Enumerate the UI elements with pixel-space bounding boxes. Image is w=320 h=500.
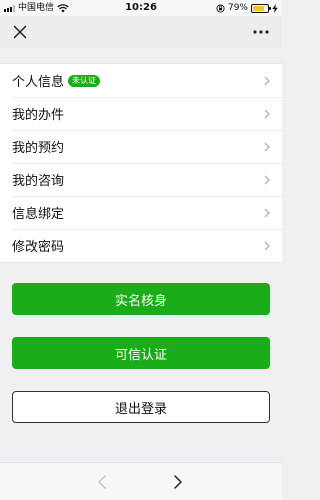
chevron-right-icon	[264, 76, 270, 86]
nav-bar	[0, 16, 282, 48]
menu-item-my-cases[interactable]: 我的办件	[0, 97, 282, 130]
forward-arrow-icon[interactable]	[172, 474, 184, 490]
status-badge: 未认证	[68, 74, 101, 87]
menu-item-change-password[interactable]: 修改密码	[0, 229, 282, 262]
menu-item-label: 我的咨询	[12, 174, 65, 189]
menu-item-label: 我的办件	[12, 108, 65, 123]
menu-item-label: 修改密码	[12, 240, 65, 255]
menu-item-label: 我的预约	[12, 141, 65, 156]
more-icon[interactable]	[252, 24, 270, 40]
battery-icon	[251, 3, 271, 13]
close-icon[interactable]	[12, 24, 28, 40]
charging-icon	[272, 3, 278, 13]
battery-fill	[253, 5, 265, 11]
trusted-auth-button[interactable]: 可信认证	[12, 337, 270, 369]
real-name-verify-button[interactable]: 实名核身	[12, 283, 270, 315]
chevron-right-icon	[264, 142, 270, 152]
menu-item-my-appointments[interactable]: 我的预约	[0, 130, 282, 163]
status-bar: 中国电信 10:26 79%	[0, 0, 282, 16]
chevron-right-icon	[264, 241, 270, 251]
menu-item-personal-info[interactable]: 个人信息 未认证	[0, 64, 282, 97]
menu-item-label: 个人信息	[12, 75, 65, 90]
menu-item-label: 信息绑定	[12, 207, 65, 222]
back-arrow-icon[interactable]	[96, 474, 108, 490]
menu-item-info-binding[interactable]: 信息绑定	[0, 196, 282, 229]
menu-item-my-inquiries[interactable]: 我的咨询	[0, 163, 282, 196]
chevron-right-icon	[264, 175, 270, 185]
chevron-right-icon	[264, 208, 270, 218]
status-right: 79%	[216, 0, 278, 16]
chevron-right-icon	[264, 109, 270, 119]
bottom-toolbar	[0, 462, 282, 500]
menu-list: 个人信息 未认证 我的办件 我的预约 我的咨询 信息绑定 修改密码	[0, 63, 282, 263]
logout-button[interactable]: 退出登录	[12, 391, 270, 423]
battery-percent: 79%	[227, 3, 248, 13]
rotation-lock-icon	[216, 3, 225, 13]
